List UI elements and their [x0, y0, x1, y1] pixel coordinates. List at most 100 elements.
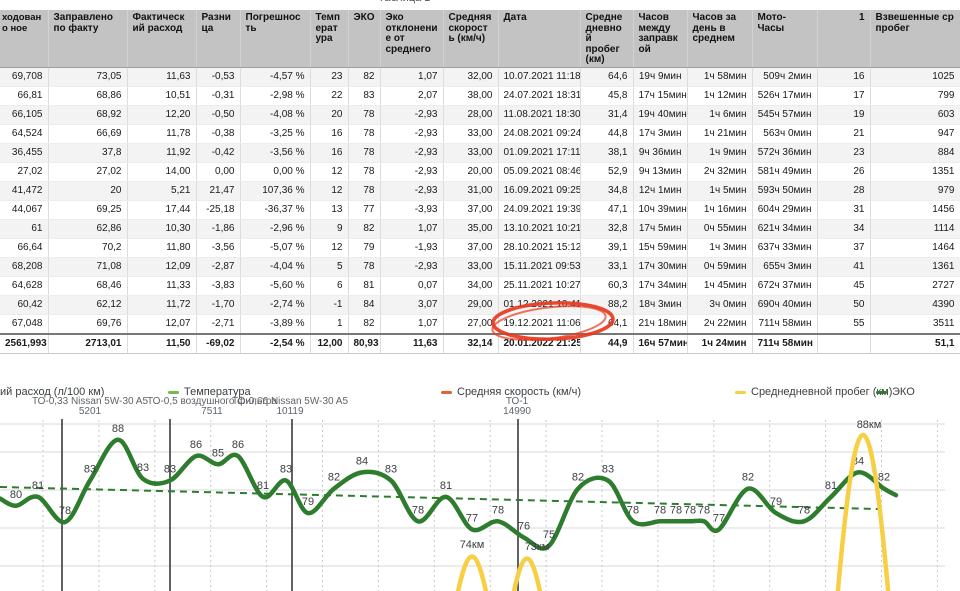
- table-cell[interactable]: 44,8: [580, 124, 634, 144]
- table-cell[interactable]: 6: [310, 276, 349, 296]
- table-cell[interactable]: 44,9: [580, 332, 634, 354]
- col-header[interactable]: Заправлено по факту: [48, 10, 128, 68]
- table-cell[interactable]: 11,63: [127, 67, 197, 87]
- table-cell[interactable]: 61: [0, 219, 49, 239]
- table-cell[interactable]: 19ч 40мин: [633, 105, 688, 125]
- table-cell[interactable]: 979: [870, 181, 960, 201]
- table-cell[interactable]: 12ч 1мин: [633, 181, 688, 201]
- table-cell[interactable]: 17: [817, 86, 871, 106]
- table-cell[interactable]: 64,1: [580, 314, 634, 334]
- table-cell[interactable]: 12: [310, 162, 349, 182]
- table-cell[interactable]: 24.08.2021 09:24: [498, 124, 581, 144]
- col-header[interactable]: Взвешенные ср пробег: [870, 10, 960, 68]
- table-cell[interactable]: 34: [817, 219, 871, 239]
- table-cell[interactable]: 1ч 45мин: [687, 276, 753, 296]
- table-cell[interactable]: 44,067: [0, 200, 49, 220]
- table-cell[interactable]: 66,64: [0, 238, 49, 258]
- table-cell[interactable]: 11,33: [127, 276, 197, 296]
- table-cell[interactable]: 1ч 9мин: [687, 143, 753, 163]
- col-header[interactable]: ЭКО: [348, 10, 381, 68]
- table-cell[interactable]: 947: [870, 124, 960, 144]
- table-cell[interactable]: 2,07: [380, 86, 444, 106]
- table-cell[interactable]: 38,00: [443, 86, 499, 106]
- table-cell[interactable]: 66,105: [0, 105, 49, 125]
- table-cell[interactable]: 637ч 33мин: [752, 238, 818, 258]
- table-cell[interactable]: 20,00: [443, 162, 499, 182]
- table-cell[interactable]: -4,04 %: [240, 257, 311, 277]
- table-cell[interactable]: 78: [348, 162, 381, 182]
- table-cell[interactable]: 1,07: [380, 67, 444, 87]
- table-cell[interactable]: 68,86: [48, 86, 128, 106]
- table-cell[interactable]: 2ч 32мин: [687, 162, 753, 182]
- col-header[interactable]: 1: [817, 10, 871, 68]
- table-cell[interactable]: 12,07: [127, 314, 197, 334]
- table-cell[interactable]: 2727: [870, 276, 960, 296]
- table-cell[interactable]: 1025: [870, 67, 960, 87]
- table-cell[interactable]: -3,89 %: [240, 314, 311, 334]
- col-header[interactable]: Дата: [498, 10, 581, 68]
- table-cell[interactable]: 509ч 2мин: [752, 67, 818, 87]
- table-cell[interactable]: -0,38: [196, 124, 241, 144]
- table-cell[interactable]: 526ч 17мин: [752, 86, 818, 106]
- table-cell[interactable]: 64,628: [0, 276, 49, 296]
- table-cell[interactable]: 12,00: [310, 332, 349, 354]
- table-cell[interactable]: -2,96 %: [240, 219, 311, 239]
- table-cell[interactable]: 1: [310, 314, 349, 334]
- table-cell[interactable]: -3,56 %: [240, 143, 311, 163]
- table-cell[interactable]: 672ч 37мин: [752, 276, 818, 296]
- table-cell[interactable]: 20.01.2022 21:25: [498, 332, 581, 354]
- table-cell[interactable]: 32,8: [580, 219, 634, 239]
- table-cell[interactable]: 27,02: [0, 162, 49, 182]
- table-cell[interactable]: 1,07: [380, 219, 444, 239]
- table-cell[interactable]: -2,93: [380, 162, 444, 182]
- table-cell[interactable]: 64,6: [580, 67, 634, 87]
- table-cell[interactable]: 5: [310, 257, 349, 277]
- table-cell[interactable]: 21,47: [196, 181, 241, 201]
- table-cell[interactable]: -2,74 %: [240, 295, 311, 315]
- col-header[interactable]: Часов за день в среднем: [687, 10, 753, 68]
- table-cell[interactable]: -3,93: [380, 200, 444, 220]
- table-cell[interactable]: -25,18: [196, 200, 241, 220]
- table-cell[interactable]: -2,71: [196, 314, 241, 334]
- table-cell[interactable]: 1351: [870, 162, 960, 182]
- table-cell[interactable]: 3,07: [380, 295, 444, 315]
- table-cell[interactable]: 4390: [870, 295, 960, 315]
- table-cell[interactable]: -5,60 %: [240, 276, 311, 296]
- table-cell[interactable]: -4,08 %: [240, 105, 311, 125]
- table-cell[interactable]: 27,02: [48, 162, 128, 182]
- table-cell[interactable]: -69,02: [196, 332, 241, 354]
- table-cell[interactable]: 31: [817, 200, 871, 220]
- table-cell[interactable]: 60,3: [580, 276, 634, 296]
- table-cell[interactable]: 28,00: [443, 105, 499, 125]
- table-cell[interactable]: 21ч 18мин: [633, 314, 688, 334]
- table-cell[interactable]: 17,44: [127, 200, 197, 220]
- table-cell[interactable]: 69,708: [0, 67, 49, 87]
- table-cell[interactable]: 1ч 3мин: [687, 238, 753, 258]
- table-cell[interactable]: 593ч 50мин: [752, 181, 818, 201]
- table-cell[interactable]: 1ч 6мин: [687, 105, 753, 125]
- table-cell[interactable]: 17ч 30мин: [633, 257, 688, 277]
- table-cell[interactable]: 16: [817, 67, 871, 87]
- table-cell[interactable]: -2,93: [380, 143, 444, 163]
- table-cell[interactable]: 37,00: [443, 238, 499, 258]
- table-cell[interactable]: -0,53: [196, 67, 241, 87]
- table-cell[interactable]: 1114: [870, 219, 960, 239]
- table-cell[interactable]: 69,25: [48, 200, 128, 220]
- table-cell[interactable]: 33,1: [580, 257, 634, 277]
- table-cell[interactable]: 19ч 9мин: [633, 67, 688, 87]
- table-cell[interactable]: 690ч 40мин: [752, 295, 818, 315]
- table-cell[interactable]: 29,00: [443, 295, 499, 315]
- table-cell[interactable]: 5,21: [127, 181, 197, 201]
- table-cell[interactable]: 14,00: [127, 162, 197, 182]
- table-cell[interactable]: -2,98 %: [240, 86, 311, 106]
- table-cell[interactable]: 0ч 55мин: [687, 219, 753, 239]
- table-cell[interactable]: -2,93: [380, 181, 444, 201]
- table-cell[interactable]: 603: [870, 105, 960, 125]
- table-cell[interactable]: 78: [348, 124, 381, 144]
- table-cell[interactable]: 0,07: [380, 276, 444, 296]
- table-cell[interactable]: 13.10.2021 10:21: [498, 219, 581, 239]
- table-cell[interactable]: 36,455: [0, 143, 49, 163]
- table-cell[interactable]: 711ч 58мин: [752, 314, 818, 334]
- table-cell[interactable]: 22: [310, 86, 349, 106]
- table-cell[interactable]: 17ч 34мин: [633, 276, 688, 296]
